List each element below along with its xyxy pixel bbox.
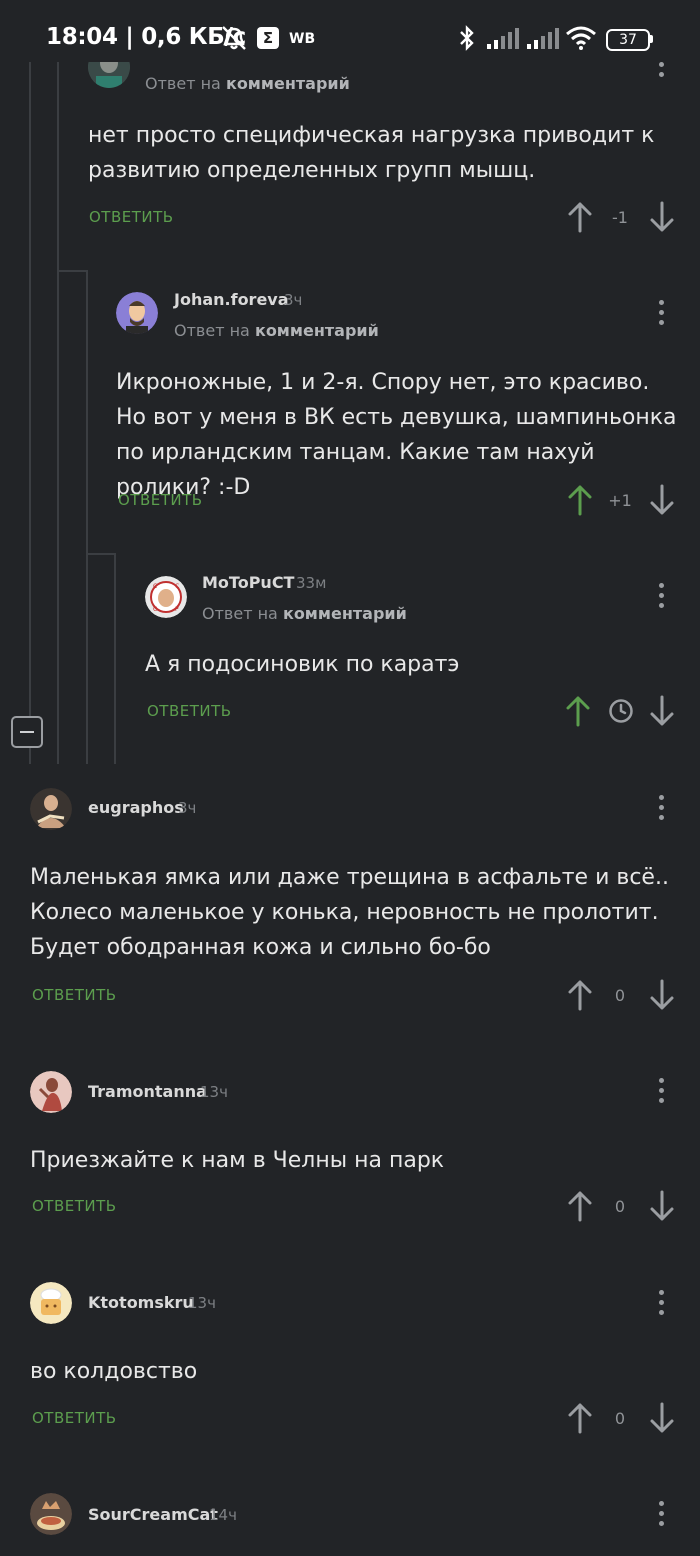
more-options-icon[interactable]: [659, 1501, 665, 1531]
more-options-icon[interactable]: [659, 62, 665, 82]
comment-text: А я подосиновик по каратэ: [145, 652, 460, 677]
reply-button[interactable]: ОТВЕТИТЬ: [32, 986, 117, 1004]
avatar[interactable]: [30, 788, 72, 830]
thread-line: [114, 553, 116, 764]
reply-button[interactable]: ОТВЕТИТЬ: [118, 491, 203, 509]
username[interactable]: Johan.foreva: [174, 290, 289, 309]
reply-prefix: Ответ на: [174, 321, 250, 340]
alarm-off-icon: [220, 25, 248, 56]
username[interactable]: Tramontanna: [88, 1082, 207, 1101]
clock-icon: [608, 698, 634, 728]
reply-to-label: Ответ на комментарий: [174, 321, 379, 340]
username[interactable]: Ktotomskru: [88, 1293, 194, 1312]
downvote-icon[interactable]: [649, 201, 675, 233]
battery-icon: 37: [606, 29, 650, 51]
comment-time: 3ч: [284, 291, 303, 309]
downvote-icon[interactable]: [649, 1190, 675, 1222]
more-options-icon[interactable]: [659, 1078, 665, 1108]
svg-text:Р: Р: [175, 606, 179, 613]
reply-button[interactable]: ОТВЕТИТЬ: [32, 1197, 117, 1215]
avatar[interactable]: [30, 1282, 72, 1324]
more-options-icon[interactable]: [659, 300, 665, 330]
username[interactable]: MoToPuCT: [202, 573, 294, 592]
comment-time: 13ч: [188, 1294, 216, 1312]
comment-time: 3ч: [178, 799, 197, 817]
rating: +1: [608, 491, 632, 510]
reply-target-link[interactable]: комментарий: [226, 74, 350, 93]
reply-button[interactable]: ОТВЕТИТЬ: [147, 702, 232, 720]
username[interactable]: SourCreamCat: [88, 1505, 218, 1524]
downvote-icon[interactable]: [649, 1402, 675, 1434]
more-options-icon[interactable]: [659, 1290, 665, 1320]
svg-text:С: С: [153, 583, 157, 590]
svg-text:С: С: [153, 606, 157, 613]
username[interactable]: eugraphos: [88, 798, 184, 817]
upvote-icon[interactable]: [567, 484, 593, 516]
rating: 0: [614, 1409, 626, 1428]
wifi-icon: [565, 26, 597, 55]
battery-tip: [650, 35, 653, 43]
wb-icon: WB: [289, 31, 316, 47]
thread-line: [88, 553, 114, 555]
upvote-icon[interactable]: [567, 201, 593, 233]
more-options-icon[interactable]: [659, 583, 665, 613]
app-notification-icon: Σ: [257, 27, 279, 49]
reply-button[interactable]: ОТВЕТИТЬ: [32, 1409, 117, 1427]
reply-target-link[interactable]: комментарий: [283, 604, 407, 623]
rating: -1: [612, 208, 628, 227]
rating: 0: [614, 986, 626, 1005]
upvote-icon[interactable]: [567, 1190, 593, 1222]
upvote-icon[interactable]: [567, 1402, 593, 1434]
upvote-icon[interactable]: [565, 695, 591, 727]
signal-icon: [527, 28, 559, 55]
thread-line: [86, 270, 88, 764]
reply-prefix: Ответ на: [145, 74, 221, 93]
collapse-thread-button[interactable]: [11, 716, 43, 748]
status-time: 18:04 | 0,6 КБ/с: [46, 24, 246, 50]
comment-time: 14ч: [209, 1506, 237, 1524]
thread-line: [59, 270, 86, 272]
status-bar: 18:04 | 0,6 КБ/с Σ WB 37: [0, 0, 700, 62]
comment-time: 13ч: [200, 1083, 228, 1101]
reply-button[interactable]: ОТВЕТИТЬ: [89, 208, 174, 226]
downvote-icon[interactable]: [649, 695, 675, 727]
reply-prefix: Ответ на: [202, 604, 278, 623]
thread-line: [29, 62, 31, 764]
comment-text: нет просто специфическая нагрузка привод…: [88, 123, 655, 183]
avatar[interactable]: [30, 1071, 72, 1113]
reply-to-label: Ответ на комментарий: [145, 74, 350, 93]
avatar[interactable]: [30, 1493, 72, 1535]
comment-text: Икроножные, 1 и 2-я. Спору нет, это крас…: [116, 370, 677, 500]
signal-icon: [487, 28, 519, 55]
comment-text: во колдовство: [30, 1359, 198, 1384]
downvote-icon[interactable]: [649, 979, 675, 1011]
upvote-icon[interactable]: [567, 979, 593, 1011]
thread-line: [57, 62, 59, 764]
more-options-icon[interactable]: [659, 795, 665, 825]
avatar[interactable]: [116, 292, 158, 334]
rating: 0: [614, 1197, 626, 1216]
bluetooth-icon: [456, 25, 478, 56]
avatar[interactable]: С С С Р: [145, 576, 187, 618]
svg-text:С: С: [175, 583, 179, 590]
comment-time: 33м: [296, 574, 327, 592]
comment-text: Маленькая ямка или даже трещина в асфаль…: [30, 865, 669, 960]
reply-to-label: Ответ на комментарий: [202, 604, 407, 623]
downvote-icon[interactable]: [649, 484, 675, 516]
comment-text: Приезжайте к нам в Челны на парк: [30, 1148, 445, 1173]
reply-target-link[interactable]: комментарий: [255, 321, 379, 340]
